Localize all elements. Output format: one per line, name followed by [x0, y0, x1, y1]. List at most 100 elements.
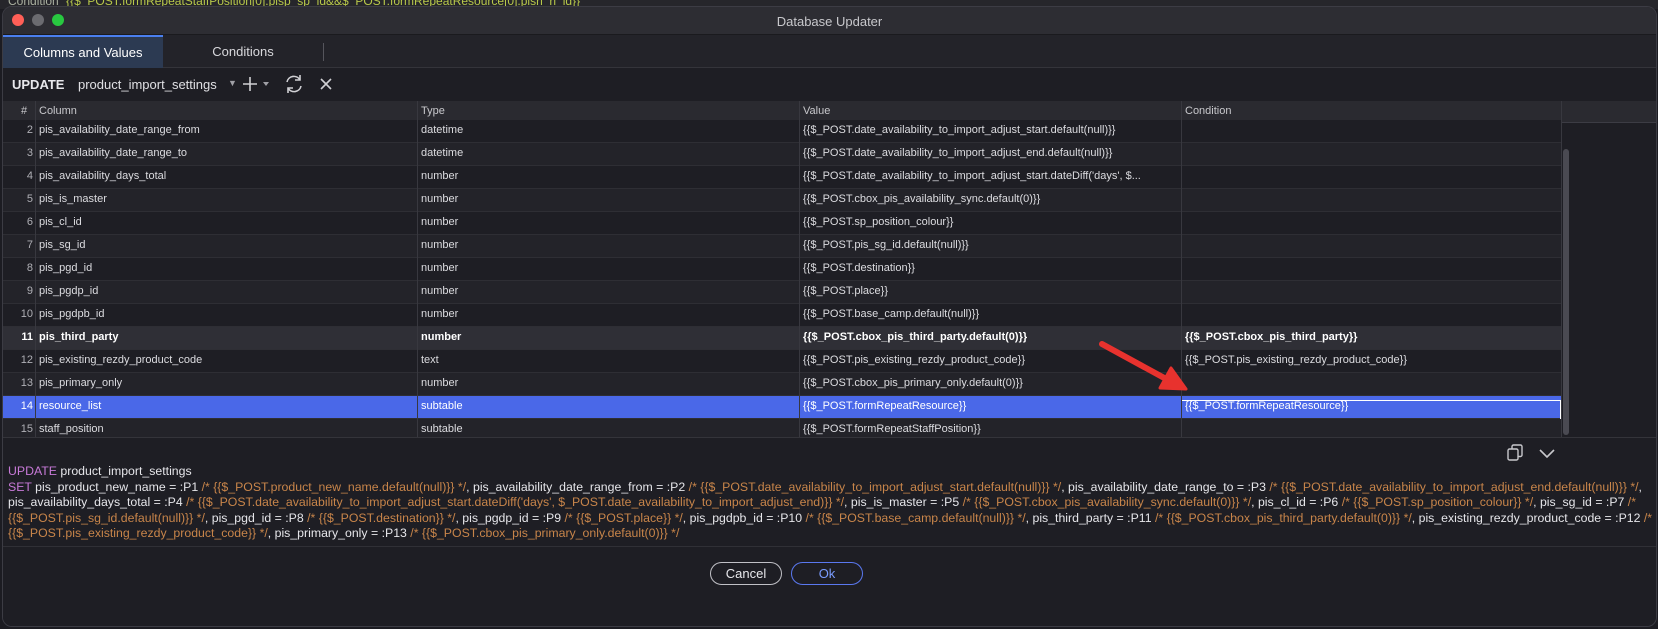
- cell-type[interactable]: number: [421, 193, 797, 205]
- cell-type[interactable]: number: [421, 285, 797, 297]
- refresh-icon[interactable]: [283, 73, 305, 95]
- cell-value[interactable]: {{$_POST.date_availability_to_import_adj…: [803, 124, 1179, 136]
- cell-value[interactable]: {{$_POST.formRepeatStaffPosition}}: [803, 423, 1179, 435]
- cell-value[interactable]: {{$_POST.sp_position_colour}}: [803, 216, 1179, 228]
- cell-column[interactable]: pis_primary_only: [39, 377, 415, 389]
- update-keyword: UPDATE: [12, 77, 65, 92]
- table-row[interactable]: 12 pis_existing_rezdy_product_code text {{$…: [3, 350, 1561, 373]
- table-row[interactable]: 2 pis_availability_date_range_from datetim…: [3, 120, 1561, 143]
- row-number: 6: [26, 216, 33, 228]
- cell-type[interactable]: text: [421, 354, 797, 366]
- cell-column[interactable]: pis_pgdp_id: [39, 285, 415, 297]
- row-number: 7: [26, 239, 33, 251]
- header-number: #: [21, 105, 28, 117]
- cell-value[interactable]: {{$_POST.date_availability_to_import_adj…: [803, 170, 1179, 182]
- cell-column[interactable]: pis_availability_days_total: [39, 170, 415, 182]
- row-number: 4: [26, 170, 33, 182]
- cell-type[interactable]: subtable: [421, 423, 797, 435]
- sql-text: , pis_availability_date_range_from = :P2: [466, 479, 689, 494]
- header-type[interactable]: Type: [421, 105, 445, 117]
- table-row[interactable]: 13 pis_primary_only number {{$_POST.cbox_pi…: [3, 373, 1561, 396]
- cell-value[interactable]: {{$_POST.date_availability_to_import_adj…: [803, 147, 1179, 159]
- cell-type[interactable]: datetime: [421, 124, 797, 136]
- header-column[interactable]: Column: [39, 105, 77, 117]
- cell-type[interactable]: number: [421, 262, 797, 274]
- cell-column[interactable]: resource_list: [39, 400, 415, 412]
- cell-type[interactable]: number: [421, 377, 797, 389]
- table-row[interactable]: 3 pis_availability_date_range_to datetime {…: [3, 143, 1561, 166]
- copy-icon[interactable]: [1505, 443, 1525, 463]
- close-icon[interactable]: [316, 73, 336, 95]
- titlebar: Database Updater: [3, 7, 1656, 35]
- cell-column[interactable]: pis_availability_date_range_from: [39, 124, 415, 136]
- cell-column[interactable]: pis_is_master: [39, 193, 415, 205]
- cell-value[interactable]: {{$_POST.place}}: [803, 285, 1179, 297]
- cell-value[interactable]: {{$_POST.cbox_pis_primary_only.default(0…: [803, 377, 1179, 389]
- table-selector-chevron-icon[interactable]: ▼: [228, 78, 237, 88]
- cell-column[interactable]: pis_existing_rezdy_product_code: [39, 354, 415, 366]
- row-number: 13: [20, 377, 33, 389]
- cell-type[interactable]: number: [421, 239, 797, 251]
- table-row[interactable]: 11 pis_third_party number {{$_POST.cbox_pis…: [3, 327, 1561, 350]
- cell-column[interactable]: pis_pgdpb_id: [39, 308, 415, 320]
- plus-icon[interactable]: [241, 73, 275, 95]
- sql-comment: /* {{$_POST.sp_position_colour}} */: [1341, 495, 1534, 509]
- column-divider: [417, 101, 418, 437]
- tab-columns-and-values[interactable]: Columns and Values: [3, 35, 163, 68]
- grid-scrollbar[interactable]: [1563, 149, 1569, 435]
- table-row[interactable]: 14 resource_list subtable {{$_POST.formRepe…: [3, 396, 1561, 422]
- table-row[interactable]: 10 pis_pgdpb_id number {{$_POST.base_camp.d…: [3, 304, 1561, 327]
- sql-comment: /* {{$_POST.date_availability_to_import_…: [186, 495, 845, 509]
- cell-type[interactable]: datetime: [421, 147, 797, 159]
- cell-type[interactable]: number: [421, 170, 797, 182]
- tab-conditions[interactable]: Conditions: [163, 35, 323, 68]
- cell-column[interactable]: pis_sg_id: [39, 239, 415, 251]
- table-row[interactable]: 6 pis_cl_id number {{$_POST.sp_position_col…: [3, 212, 1561, 235]
- cell-value[interactable]: {{$_POST.base_camp.default(null)}}: [803, 308, 1179, 320]
- table-row[interactable]: 8 pis_pgd_id number {{$_POST.destination}}: [3, 258, 1561, 281]
- cell-value[interactable]: {{$_POST.destination}}: [803, 262, 1179, 274]
- cell-value[interactable]: {{$_POST.pis_sg_id.default(null)}}: [803, 239, 1179, 251]
- table-row[interactable]: 5 pis_is_master number {{$_POST.cbox_pis_av…: [3, 189, 1561, 212]
- header-condition[interactable]: Condition: [1185, 105, 1231, 117]
- cell-value[interactable]: {{$_POST.pis_existing_rezdy_product_code…: [803, 354, 1179, 366]
- window-title: Database Updater: [776, 14, 883, 29]
- sql-comment: /* {{$_POST.cbox_pis_primary_only.defaul…: [410, 526, 680, 540]
- cell-condition[interactable]: {{$_POST.pis_existing_rezdy_product_code…: [1185, 354, 1557, 366]
- sql-keyword: SET: [8, 479, 32, 494]
- cell-type[interactable]: subtable: [421, 400, 797, 412]
- cell-column[interactable]: staff_position: [39, 423, 415, 435]
- cell-type[interactable]: number: [421, 331, 797, 343]
- cell-value[interactable]: {{$_POST.formRepeatResource}}: [803, 400, 1179, 412]
- cell-value[interactable]: {{$_POST.cbox_pis_availability_sync.defa…: [803, 193, 1179, 205]
- table-selector[interactable]: product_import_settings: [78, 77, 217, 92]
- cell-column[interactable]: pis_pgd_id: [39, 262, 415, 274]
- column-divider: [1181, 101, 1182, 437]
- table-row[interactable]: 4 pis_availability_days_total number {{$_PO…: [3, 166, 1561, 189]
- cell-type[interactable]: number: [421, 308, 797, 320]
- cancel-button[interactable]: Cancel: [710, 562, 782, 585]
- cell-type[interactable]: number: [421, 216, 797, 228]
- table-row[interactable]: 15 staff_position subtable {{$_POST.formRep…: [3, 419, 1561, 437]
- sql-text: , pis_pgd_id = :P8: [204, 510, 308, 525]
- header-value[interactable]: Value: [803, 105, 830, 117]
- sql-comment: /* {{$_POST.place}} */: [564, 510, 683, 525]
- cell-column[interactable]: pis_availability_date_range_to: [39, 147, 415, 159]
- ok-button[interactable]: Ok: [791, 562, 863, 585]
- sql-comment: /* {{$_POST.date_availability_to_import_…: [688, 479, 1062, 494]
- chevron-down-icon[interactable]: [1538, 444, 1556, 462]
- sql-line-update: UPDATE product_import_settings: [8, 464, 1653, 480]
- row-number: 5: [26, 193, 33, 205]
- table-row[interactable]: 9 pis_pgdp_id number {{$_POST.place}}: [3, 281, 1561, 304]
- table-row[interactable]: 7 pis_sg_id number {{$_POST.pis_sg_id.defau…: [3, 235, 1561, 258]
- sql-set-clause: SET pis_product_new_name = :P1 /* {{$_PO…: [8, 480, 1653, 542]
- cell-value[interactable]: {{$_POST.cbox_pis_third_party.default(0)…: [803, 331, 1179, 343]
- cell-column[interactable]: pis_cl_id: [39, 216, 415, 228]
- row-number: 8: [26, 262, 33, 274]
- row-number: 14: [20, 400, 33, 412]
- cell-condition[interactable]: {{$_POST.cbox_pis_third_party}}: [1185, 331, 1557, 343]
- sql-comment: /* {{$_POST.destination}} */: [307, 510, 456, 525]
- database-updater-dialog: Database Updater Columns and Values Cond…: [2, 6, 1657, 627]
- row-number: 9: [26, 285, 33, 297]
- cell-column[interactable]: pis_third_party: [39, 331, 415, 343]
